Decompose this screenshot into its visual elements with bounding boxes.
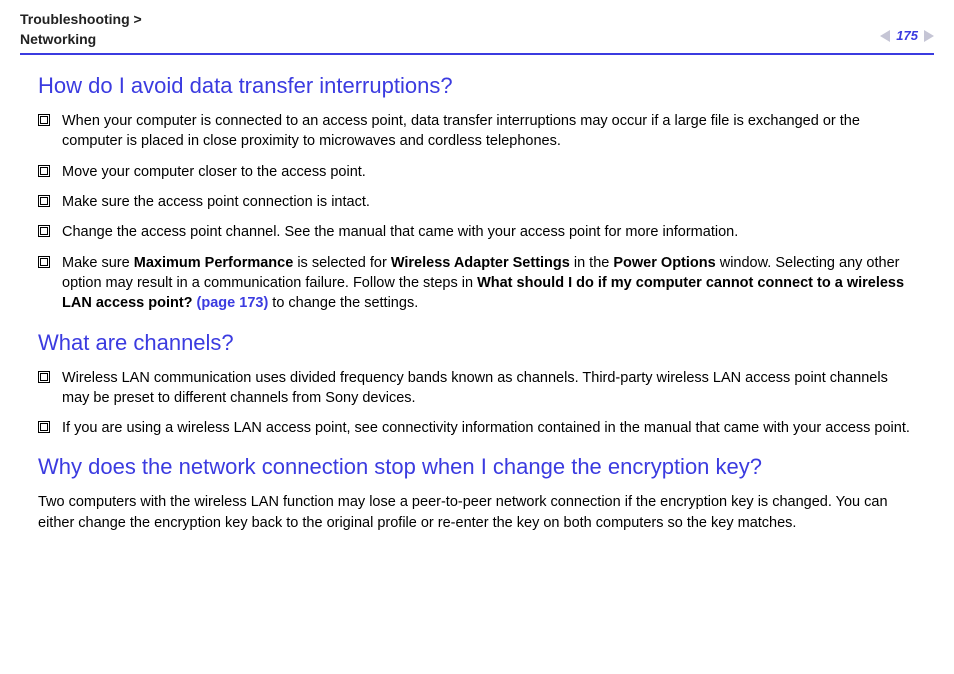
- bold-text: Maximum Performance: [134, 255, 294, 271]
- list-item-text: When your computer is connected to an ac…: [62, 111, 916, 152]
- page-nav: 175: [880, 28, 934, 43]
- breadcrumb-level1: Troubleshooting: [20, 11, 130, 27]
- bold-text: Wireless Adapter Settings: [391, 255, 570, 271]
- page-number: 175: [893, 28, 921, 43]
- list-item: Move your computer closer to the access …: [38, 162, 916, 182]
- bold-text: Power Options: [613, 255, 715, 271]
- square-bullet-icon: [38, 421, 50, 433]
- list-item: Make sure the access point connection is…: [38, 192, 916, 212]
- page-header: Troubleshooting > Networking 175: [0, 0, 954, 53]
- square-bullet-icon: [38, 225, 50, 237]
- page-content: How do I avoid data transfer interruptio…: [0, 73, 954, 533]
- page-link[interactable]: (page 173): [193, 295, 269, 311]
- header-divider: [20, 53, 934, 55]
- text-part: Make sure: [62, 255, 134, 271]
- prev-page-arrow-icon[interactable]: [880, 30, 890, 42]
- section-channels: What are channels? Wireless LAN communic…: [38, 330, 916, 439]
- square-bullet-icon: [38, 195, 50, 207]
- text-part: in the: [570, 255, 614, 271]
- breadcrumb: Troubleshooting > Networking: [20, 10, 142, 49]
- breadcrumb-level2: Networking: [20, 31, 96, 47]
- section-heading: What are channels?: [38, 330, 916, 356]
- list-item-text: Make sure the access point connection is…: [62, 192, 916, 212]
- square-bullet-icon: [38, 165, 50, 177]
- list-item: Change the access point channel. See the…: [38, 222, 916, 242]
- section-data-transfer: How do I avoid data transfer interruptio…: [38, 73, 916, 313]
- square-bullet-icon: [38, 371, 50, 383]
- list-item-text: Move your computer closer to the access …: [62, 162, 916, 182]
- section-heading: How do I avoid data transfer interruptio…: [38, 73, 916, 99]
- next-page-arrow-icon[interactable]: [924, 30, 934, 42]
- text-part: to change the settings.: [268, 295, 418, 311]
- section-heading: Why does the network connection stop whe…: [38, 454, 916, 480]
- section-encryption-key: Why does the network connection stop whe…: [38, 454, 916, 533]
- list-item-text: Wireless LAN communication uses divided …: [62, 368, 916, 409]
- breadcrumb-separator: >: [134, 11, 142, 27]
- body-paragraph: Two computers with the wireless LAN func…: [38, 492, 916, 533]
- list-item: Wireless LAN communication uses divided …: [38, 368, 916, 409]
- text-part: is selected for: [293, 255, 391, 271]
- list-item: If you are using a wireless LAN access p…: [38, 418, 916, 438]
- list-item-text: If you are using a wireless LAN access p…: [62, 418, 916, 438]
- list-item-text: Change the access point channel. See the…: [62, 222, 916, 242]
- list-item: Make sure Maximum Performance is selecte…: [38, 253, 916, 314]
- list-item: When your computer is connected to an ac…: [38, 111, 916, 152]
- square-bullet-icon: [38, 256, 50, 268]
- list-item-text: Make sure Maximum Performance is selecte…: [62, 253, 916, 314]
- square-bullet-icon: [38, 114, 50, 126]
